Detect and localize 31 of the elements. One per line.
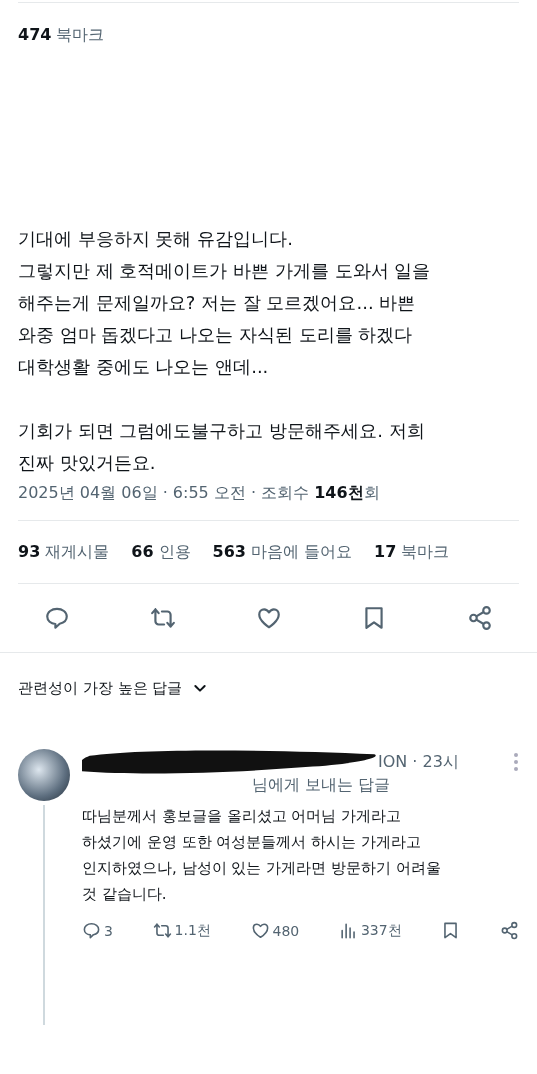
reply-action[interactable]: 480 <box>250 921 300 940</box>
share-icon <box>467 605 493 631</box>
author-time: ION · 23시 <box>378 751 459 773</box>
stat-count[interactable]: 563 <box>212 541 246 563</box>
heart-icon <box>255 605 282 631</box>
post-text: 기대에 부응하지 못해 유감입니다. 그렇지만 제 호적메이트가 바쁜 가게를 도와서 일을 해주는게 문제일까요? 저는 잘 모르겠어요... 바쁜 와중 엄마 돕겠다고 나오는 자식된 도리를 하겠다 대학생활 중에도 나오는 앤데... 기회가 되면 그럼에도불구하고 방문해주세요. 저희 진짜 맛있거든요. <box>18 227 432 475</box>
post-timestamp: 2025년 04월 06일 · 6:55 오전 · 조회수 146천회 <box>18 483 381 504</box>
stat-count[interactable]: 17 <box>374 541 397 563</box>
replying-to: 님에게 보내는 답글 <box>252 775 391 794</box>
stat-label[interactable]: 재게시물 <box>45 541 110 563</box>
reply-action[interactable]: 1.1천 <box>152 921 211 940</box>
stat-count[interactable]: 93 <box>18 541 41 563</box>
reply-action[interactable]: 3 <box>82 921 113 940</box>
views-icon <box>338 921 358 940</box>
reply-text: 따님분께서 홍보글을 올리셨고 어머님 가게라고 하셨기에 운영 또한 여성분들께서 하시는 가게라고 인지하였으나, 남성이 있는 가게라면 방문하기 어려울 것 같습니다. <box>82 806 442 905</box>
reply-action[interactable] <box>499 921 519 940</box>
repost-icon <box>152 921 172 940</box>
heart-icon <box>250 921 270 940</box>
sort-dropdown[interactable]: 관련성이 가장 높은 답글 <box>18 678 183 698</box>
stat-label[interactable]: 북마크 <box>401 541 450 563</box>
stat-label[interactable]: 인용 <box>158 541 191 563</box>
reply-action[interactable]: 337천 <box>338 921 402 940</box>
stat-label[interactable]: 마음에 들어요 <box>250 541 353 563</box>
reply-icon <box>44 605 70 631</box>
stat-count[interactable]: 66 <box>131 541 154 563</box>
bookmark-label: 북마크 <box>56 25 105 46</box>
bookmark-count: 474 <box>18 25 52 44</box>
repost-icon <box>149 605 176 631</box>
share-icon <box>499 921 519 940</box>
avatar[interactable] <box>18 749 70 801</box>
reply-icon <box>82 921 101 940</box>
